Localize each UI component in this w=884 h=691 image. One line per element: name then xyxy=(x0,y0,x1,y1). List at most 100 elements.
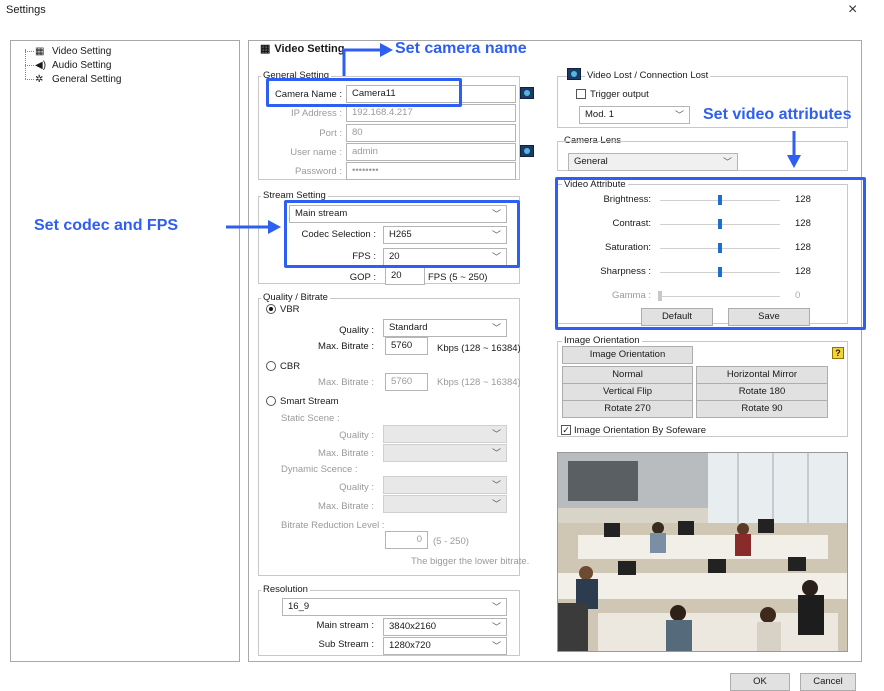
window-title: Settings xyxy=(6,4,46,16)
cbr-max-bitrate-label: Max. Bitrate : xyxy=(318,377,374,388)
bitrate-reduction-hint: (5 - 250) xyxy=(433,536,469,547)
aspect-select[interactable]: 16_9 ﹀ xyxy=(282,598,507,616)
gear-icon: ✲ xyxy=(35,73,44,85)
quality-value: Standard xyxy=(389,322,428,333)
orientation-software-checkbox[interactable]: ✓ xyxy=(561,425,571,435)
tree-connector xyxy=(25,51,34,52)
tree-connector xyxy=(25,49,35,79)
chevron-down-icon: ﹀ xyxy=(491,323,501,333)
gop-input[interactable]: 20 xyxy=(385,267,425,285)
vertical-flip-button[interactable]: Vertical Flip xyxy=(562,383,693,401)
codec-fps-highlight xyxy=(284,200,520,268)
camera-lens-select[interactable]: General ﹀ xyxy=(568,153,738,171)
normal-button[interactable]: Normal xyxy=(562,366,693,384)
camera-icon[interactable] xyxy=(520,87,534,99)
cbr-label: CBR xyxy=(280,361,301,372)
arrow-icon xyxy=(342,43,393,76)
dynamic-max-bitrate-select[interactable]: ﹀ xyxy=(383,495,507,513)
video-preview-image xyxy=(557,452,848,652)
password-input[interactable]: •••••••• xyxy=(346,162,516,180)
module-select[interactable]: Mod. 1 ﹀ xyxy=(579,106,690,124)
static-max-bitrate-select[interactable]: ﹀ xyxy=(383,444,507,462)
sub-stream-resolution-select[interactable]: 1280x720 ﹀ xyxy=(383,637,507,655)
quality-bitrate-label: Quality / Bitrate xyxy=(261,292,330,303)
annotation-codec-fps: Set codec and FPS xyxy=(34,217,179,234)
static-quality-label: Quality : xyxy=(339,430,374,441)
bitrate-reduction-label: Bitrate Reduction Level : xyxy=(281,520,385,531)
rotate-180-button[interactable]: Rotate 180 xyxy=(696,383,828,401)
film-icon: ▦ xyxy=(260,43,271,55)
cbr-max-bitrate-hint: Kbps (128 ~ 16384) xyxy=(437,377,521,388)
connect-icon[interactable] xyxy=(520,145,534,157)
image-orientation-label: Image Orientation xyxy=(562,335,642,346)
chevron-down-icon: ﹀ xyxy=(674,110,684,120)
vbr-radio[interactable] xyxy=(266,304,276,314)
trigger-output-checkbox[interactable] xyxy=(576,89,586,99)
horizontal-mirror-button[interactable]: Horizontal Mirror xyxy=(696,366,828,384)
module-value: Mod. 1 xyxy=(585,109,615,120)
static-max-bitrate-label: Max. Bitrate : xyxy=(318,448,374,459)
chevron-down-icon: ﹀ xyxy=(491,622,501,632)
video-lost-icon xyxy=(567,68,581,80)
check-icon: ✓ xyxy=(562,425,570,435)
static-quality-select[interactable]: ﹀ xyxy=(383,425,507,443)
office-scene-illustration xyxy=(558,453,847,651)
chevron-down-icon: ﹀ xyxy=(491,429,501,439)
tree-connector xyxy=(25,65,34,66)
video-attribute-highlight xyxy=(555,177,866,330)
cancel-button[interactable]: Cancel xyxy=(800,673,856,691)
tree-item-audio-setting[interactable]: ◀) Audio Setting xyxy=(35,59,112,72)
ok-button[interactable]: OK xyxy=(730,673,790,691)
video-lost-label: Video Lost / Connection Lost xyxy=(585,70,711,81)
gop-label: GOP : xyxy=(349,272,376,283)
main-stream-resolution-select[interactable]: 3840x2160 ﹀ xyxy=(383,618,507,636)
cbr-radio[interactable] xyxy=(266,361,276,371)
tree-item-label: Video Setting xyxy=(52,46,112,57)
max-bitrate-label: Max. Bitrate : xyxy=(318,341,374,352)
tree-item-video-setting[interactable]: ▦ Video Setting xyxy=(35,45,111,58)
port-input[interactable]: 80 xyxy=(346,124,516,142)
rotate-90-button[interactable]: Rotate 90 xyxy=(696,400,828,418)
chevron-down-icon: ﹀ xyxy=(491,448,501,458)
camera-lens-value: General xyxy=(574,156,608,167)
dynamic-quality-select[interactable]: ﹀ xyxy=(383,476,507,494)
rotate-270-button[interactable]: Rotate 270 xyxy=(562,400,693,418)
bitrate-reduction-input[interactable]: 0 xyxy=(385,531,428,549)
main-stream-label: Main stream : xyxy=(316,620,374,631)
tree-item-label: General Setting xyxy=(52,74,122,85)
main-stream-resolution-value: 3840x2160 xyxy=(389,621,437,632)
arrow-icon xyxy=(226,220,281,234)
password-label: Password : xyxy=(295,166,342,177)
max-bitrate-hint: Kbps (128 ~ 16384) xyxy=(437,343,521,354)
arrow-icon xyxy=(787,131,801,168)
static-scene-label: Static Scene : xyxy=(281,413,340,424)
ip-address-label: IP Address : xyxy=(290,108,342,119)
help-icon[interactable]: ? xyxy=(832,347,844,359)
bitrate-reduction-note: The bigger the lower bitrate. xyxy=(411,556,530,567)
quality-label: Quality : xyxy=(339,325,374,336)
quality-select[interactable]: Standard ﹀ xyxy=(383,319,507,337)
chevron-down-icon: ﹀ xyxy=(491,602,501,612)
dynamic-quality-label: Quality : xyxy=(339,482,374,493)
dynamic-max-bitrate-label: Max. Bitrate : xyxy=(318,501,374,512)
chevron-down-icon: ﹀ xyxy=(491,641,501,651)
smart-stream-label: Smart Stream xyxy=(280,396,339,407)
cbr-max-bitrate-input[interactable]: 5760 xyxy=(385,373,428,391)
annotation-camera-name: Set camera name xyxy=(395,40,527,57)
chevron-down-icon: ﹀ xyxy=(491,480,501,490)
page-title-label: Video Setting xyxy=(274,42,345,55)
smart-stream-radio[interactable] xyxy=(266,396,276,406)
close-icon[interactable]: × xyxy=(848,1,857,19)
page-title: ▦ Video Setting xyxy=(260,42,345,56)
speaker-icon: ◀) xyxy=(35,59,47,71)
sub-stream-resolution-value: 1280x720 xyxy=(389,640,431,651)
user-name-input[interactable]: admin xyxy=(346,143,516,161)
image-orientation-button[interactable]: Image Orientation xyxy=(562,346,693,364)
aspect-value: 16_9 xyxy=(288,601,310,612)
tree-item-general-setting[interactable]: ✲ General Setting xyxy=(35,73,122,86)
max-bitrate-input[interactable]: 5760 xyxy=(385,337,428,355)
chevron-down-icon: ﹀ xyxy=(491,499,501,509)
settings-tree: ▦ Video Setting ◀) Audio Setting ✲ Gener… xyxy=(10,40,240,662)
camera-name-highlight xyxy=(266,78,462,107)
resolution-label: Resolution xyxy=(261,584,310,595)
